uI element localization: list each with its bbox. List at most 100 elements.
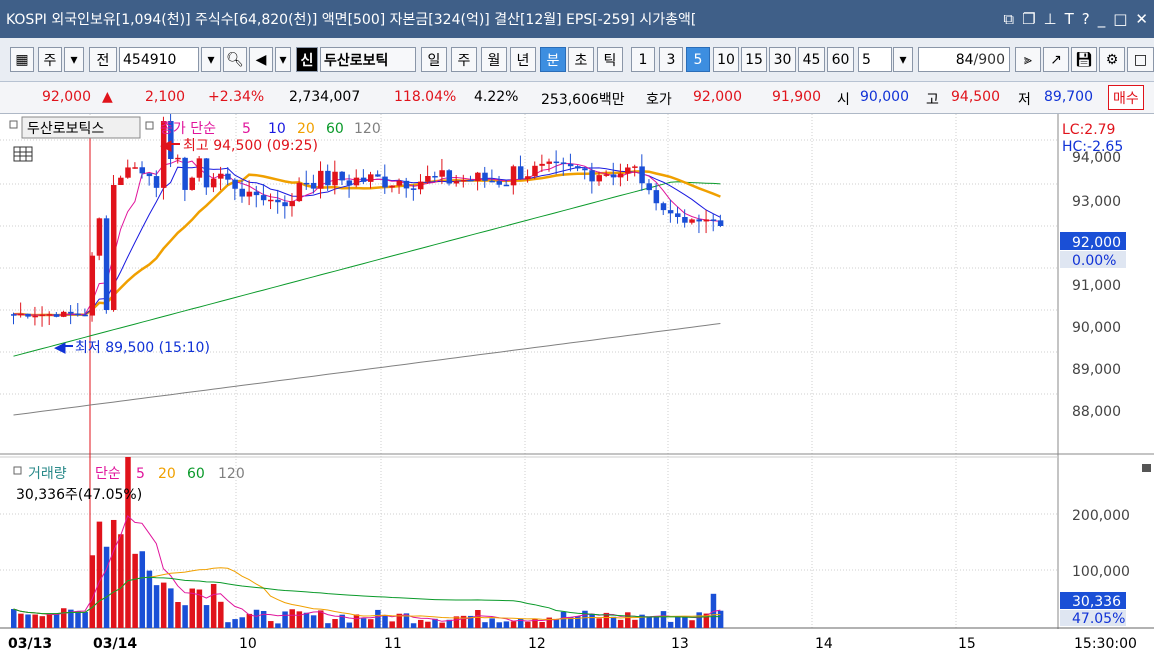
- candle-body: [153, 176, 160, 188]
- volume-bar: [110, 519, 117, 628]
- interval-button-3[interactable]: 3: [659, 47, 683, 72]
- candle-body: [446, 170, 453, 184]
- stock-code-input[interactable]: 454910: [119, 47, 199, 72]
- x-label-11: 11: [384, 636, 402, 652]
- volume-bar: [39, 616, 46, 628]
- minimize-icon[interactable]: _: [1098, 10, 1106, 28]
- ma-legend-10: 10: [268, 121, 286, 137]
- candle-body: [389, 185, 395, 188]
- y-tick-94000: 94,000: [1072, 150, 1121, 166]
- period-button-second[interactable]: 초: [568, 47, 594, 72]
- volume-bar: [353, 614, 360, 628]
- mode-dropdown-icon[interactable]: ▾: [64, 47, 84, 72]
- vol-tick-200000: 200,000: [1072, 508, 1130, 524]
- volume-bar: [503, 621, 510, 628]
- volume-bar: [525, 621, 531, 628]
- trade-amount: 253,606백만: [541, 92, 625, 108]
- volume-bar: [103, 546, 110, 628]
- open-price: 90,000: [860, 89, 909, 105]
- panel-close-icon[interactable]: [1142, 464, 1151, 472]
- ma-legend-label: 종가 단순: [160, 121, 216, 137]
- candle-body: [260, 195, 267, 201]
- period-button-week[interactable]: 주: [451, 47, 477, 72]
- save-icon[interactable]: 💾︎: [1071, 47, 1097, 72]
- y-tick-90000: 90,000: [1072, 320, 1121, 336]
- period-button-year[interactable]: 년: [510, 47, 536, 72]
- interval-button-5[interactable]: 5: [686, 47, 710, 72]
- period-button-month[interactable]: 월: [481, 47, 507, 72]
- buy-button[interactable]: 매수: [1108, 85, 1144, 110]
- interval-button-60[interactable]: 60: [827, 47, 854, 72]
- candle-body: [503, 184, 510, 187]
- interval-button-15[interactable]: 15: [741, 47, 767, 72]
- candle-body: [289, 201, 295, 207]
- ma-legend-60: 60: [326, 121, 344, 137]
- volume-bar: [410, 623, 417, 628]
- volume-bar: [625, 612, 631, 628]
- volume-bar: [168, 588, 174, 628]
- help-icon[interactable]: ?: [1082, 10, 1090, 28]
- count-input[interactable]: 84/900: [918, 47, 1010, 72]
- volume-bar: [653, 616, 660, 628]
- volume-bar: [146, 570, 153, 628]
- settings-gear-icon[interactable]: ⚙: [1099, 47, 1125, 72]
- price-legend: 두산로보틱스 종가 단순 5 10 20 60 120: [9, 116, 381, 139]
- volume-bar: [32, 614, 38, 628]
- high-price: 94,500: [951, 89, 1000, 105]
- time-label: 15:30:00: [1074, 636, 1137, 652]
- trend-tool-icon[interactable]: ↗: [1043, 47, 1069, 72]
- candle-body: [346, 180, 353, 186]
- compare-icon[interactable]: ⫸: [1015, 47, 1041, 72]
- vol-ma-5: 5: [136, 466, 145, 482]
- interval-dropdown-icon[interactable]: ▾: [893, 47, 913, 72]
- volume-bar: [225, 622, 231, 628]
- period-button-minute[interactable]: 분: [540, 47, 566, 72]
- volume-bar: [175, 602, 181, 628]
- candle-body: [660, 203, 667, 211]
- interval-value-input[interactable]: 5: [858, 47, 892, 72]
- candle-body: [575, 166, 581, 169]
- sound-dropdown-icon[interactable]: ▾: [275, 47, 291, 72]
- close-icon[interactable]: ✕: [1135, 10, 1148, 28]
- grid-menu-icon[interactable]: ▦: [10, 47, 34, 72]
- candle-body: [60, 311, 67, 317]
- volume-bar: [268, 621, 274, 628]
- volume-bar: [282, 611, 288, 628]
- candle-body: [210, 178, 217, 188]
- volume-bar: [360, 618, 367, 628]
- period-button-tick[interactable]: 틱: [597, 47, 623, 72]
- volume-bar: [232, 619, 238, 628]
- volume-bar: [246, 613, 253, 628]
- period-button-day[interactable]: 일: [421, 47, 447, 72]
- stock-name-field[interactable]: 두산로보틱: [320, 47, 416, 72]
- interval-button-30[interactable]: 30: [769, 47, 796, 72]
- pin-icon[interactable]: ⊥: [1044, 10, 1057, 28]
- code-dropdown-icon[interactable]: ▾: [201, 47, 221, 72]
- ask-price-1: 92,000: [693, 89, 742, 105]
- high-price-label: 최고 94,500 (09:25): [183, 138, 318, 154]
- interval-button-45[interactable]: 45: [798, 47, 825, 72]
- interval-button-10[interactable]: 10: [713, 47, 739, 72]
- x-label-12: 12: [528, 636, 546, 652]
- restore-icon[interactable]: ⧉: [1003, 10, 1014, 28]
- sound-icon[interactable]: ◀: [249, 47, 273, 72]
- high-marker: ◀ 최고 94,500 (09:25): [160, 136, 318, 154]
- search-icon[interactable]: 🔍︎: [223, 47, 247, 72]
- table-view-icon[interactable]: [13, 146, 33, 162]
- copy-icon[interactable]: ❐: [1022, 10, 1035, 28]
- volume-bar: [610, 616, 617, 628]
- volume-ratio: 118.04%: [394, 89, 457, 105]
- font-icon[interactable]: T: [1065, 10, 1074, 28]
- volume-bar: [82, 611, 88, 628]
- extra-box-icon[interactable]: □: [1127, 47, 1154, 72]
- maximize-icon[interactable]: □: [1113, 10, 1127, 28]
- interval-button-1[interactable]: 1: [631, 47, 655, 72]
- prefix-button[interactable]: 전: [89, 47, 117, 72]
- volume-bar: [560, 611, 567, 628]
- mode-select[interactable]: 주: [38, 47, 62, 72]
- volume-bar: [425, 621, 431, 628]
- candle-body: [110, 185, 117, 310]
- candle-body: [11, 314, 17, 316]
- volume-bar: [153, 585, 160, 628]
- credit-badge: 신: [296, 47, 318, 72]
